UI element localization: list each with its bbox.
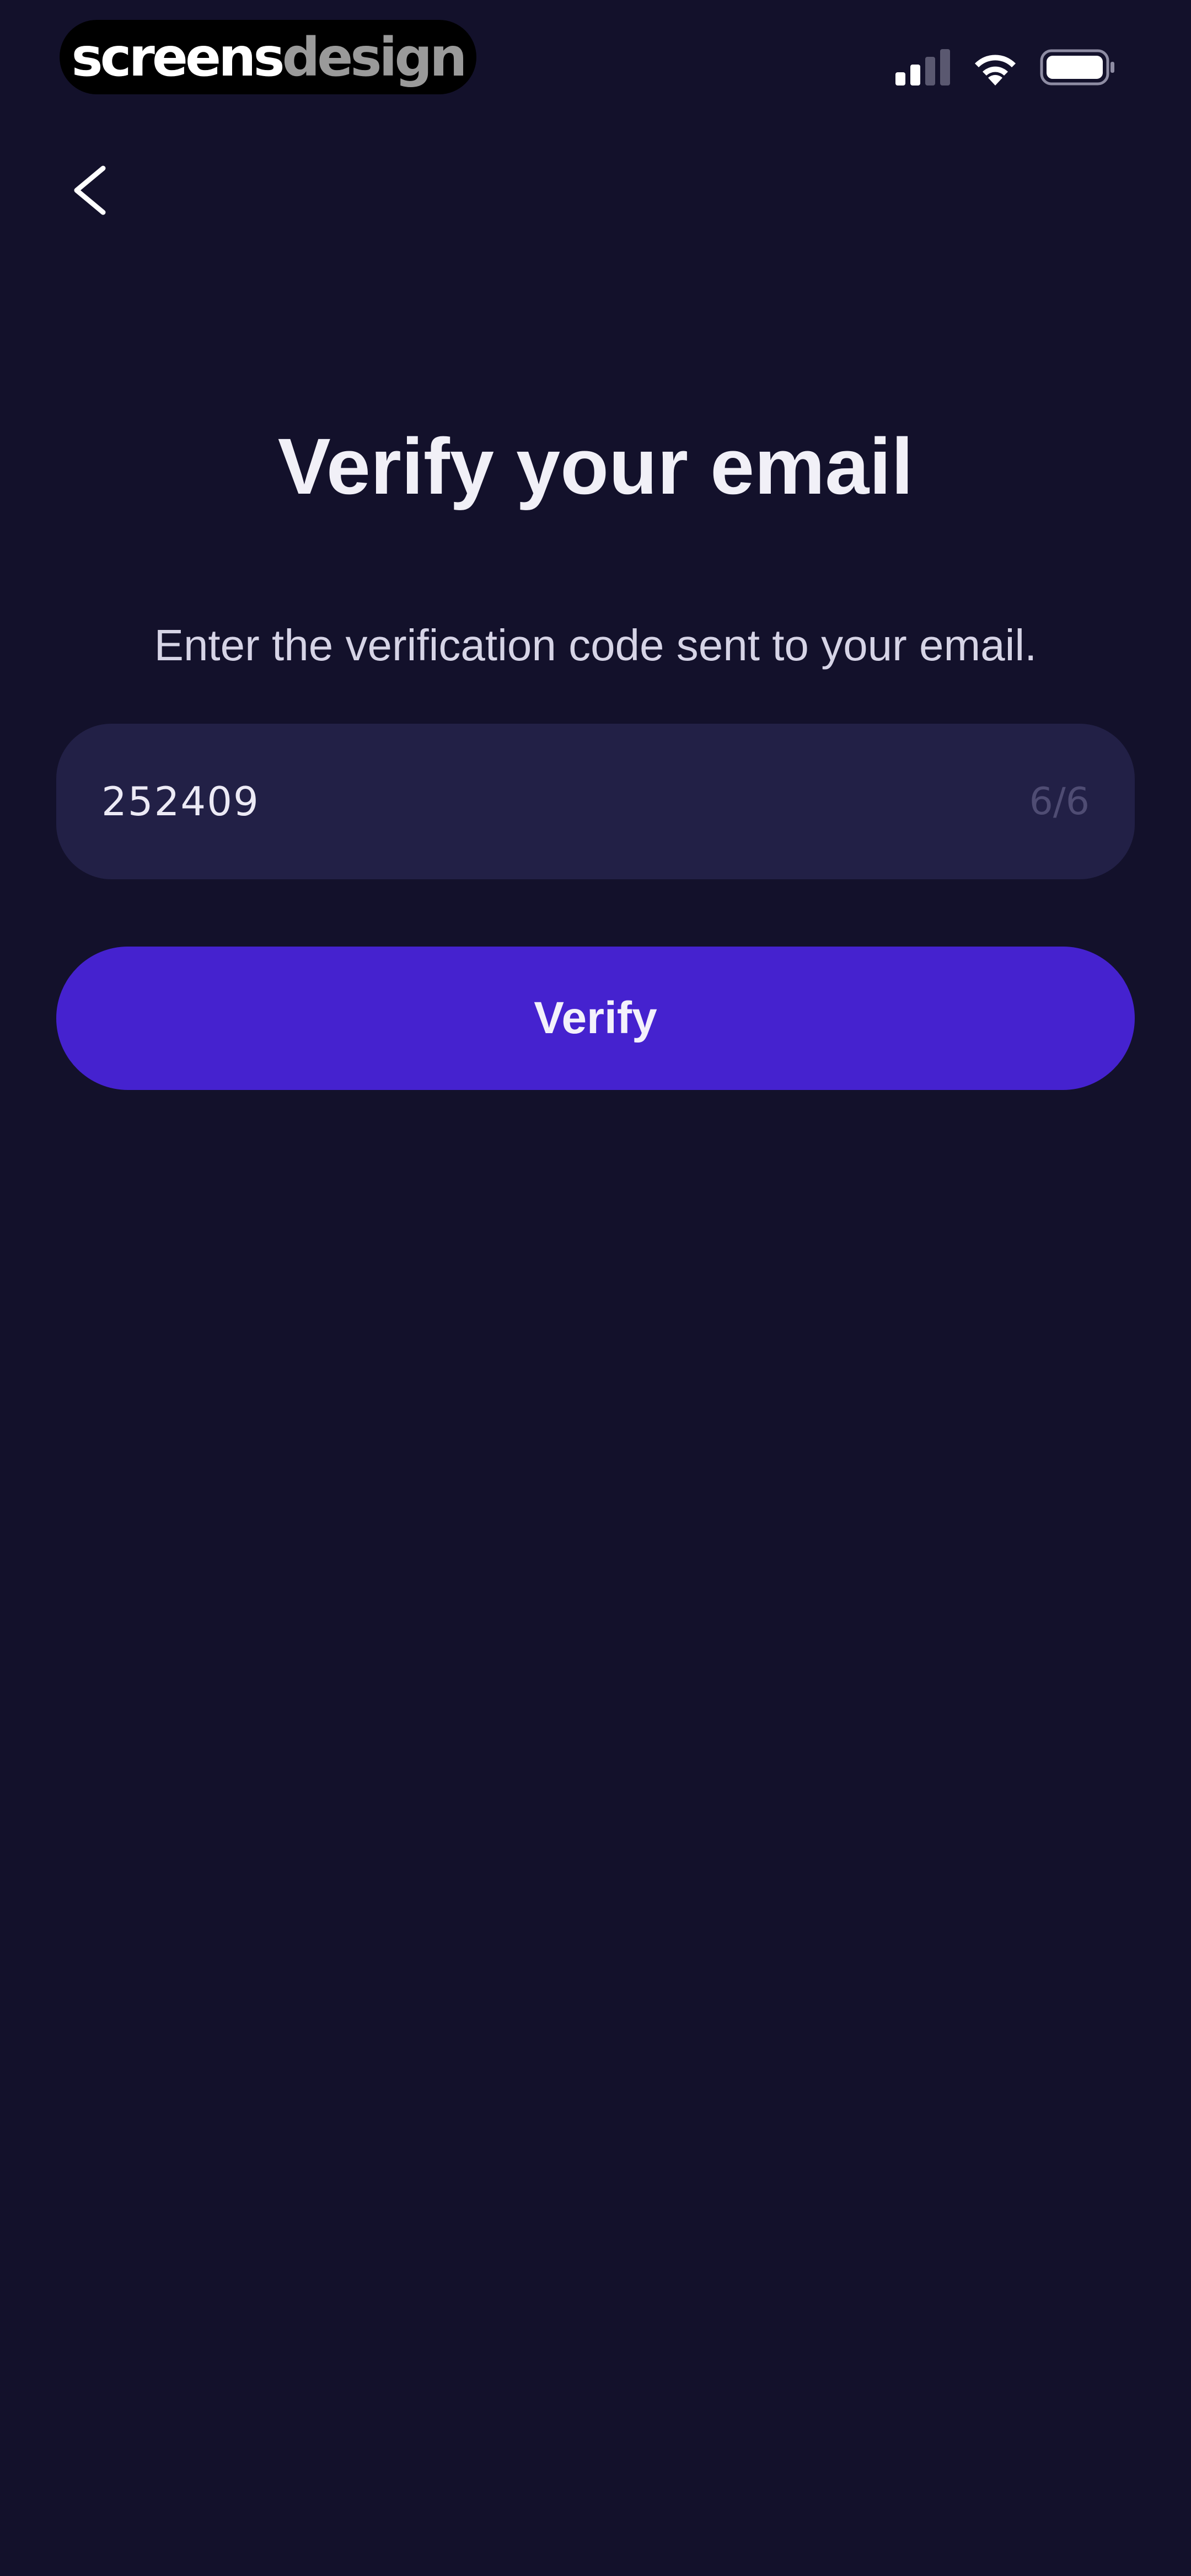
watermark-primary: screens (71, 26, 285, 88)
chevron-left-icon (70, 164, 109, 220)
cellular-signal-icon (895, 49, 951, 88)
wifi-icon (972, 49, 1019, 88)
screensdesign-watermark: screens design (60, 20, 476, 94)
verification-code-field[interactable]: 6/6 (56, 724, 1135, 879)
back-button[interactable] (63, 161, 116, 222)
verify-button[interactable]: Verify (56, 947, 1135, 1090)
battery-icon (1040, 49, 1115, 88)
status-icons (895, 46, 1115, 90)
page-title: Verify your email (277, 422, 914, 511)
verify-email-screen: screens design Verify your email Enter t… (0, 0, 1191, 2576)
watermark-secondary: design (282, 26, 468, 88)
page-subtitle: Enter the verification code sent to your… (154, 621, 1037, 670)
verification-code-input[interactable] (101, 778, 873, 825)
character-counter: 6/6 (1029, 779, 1090, 824)
